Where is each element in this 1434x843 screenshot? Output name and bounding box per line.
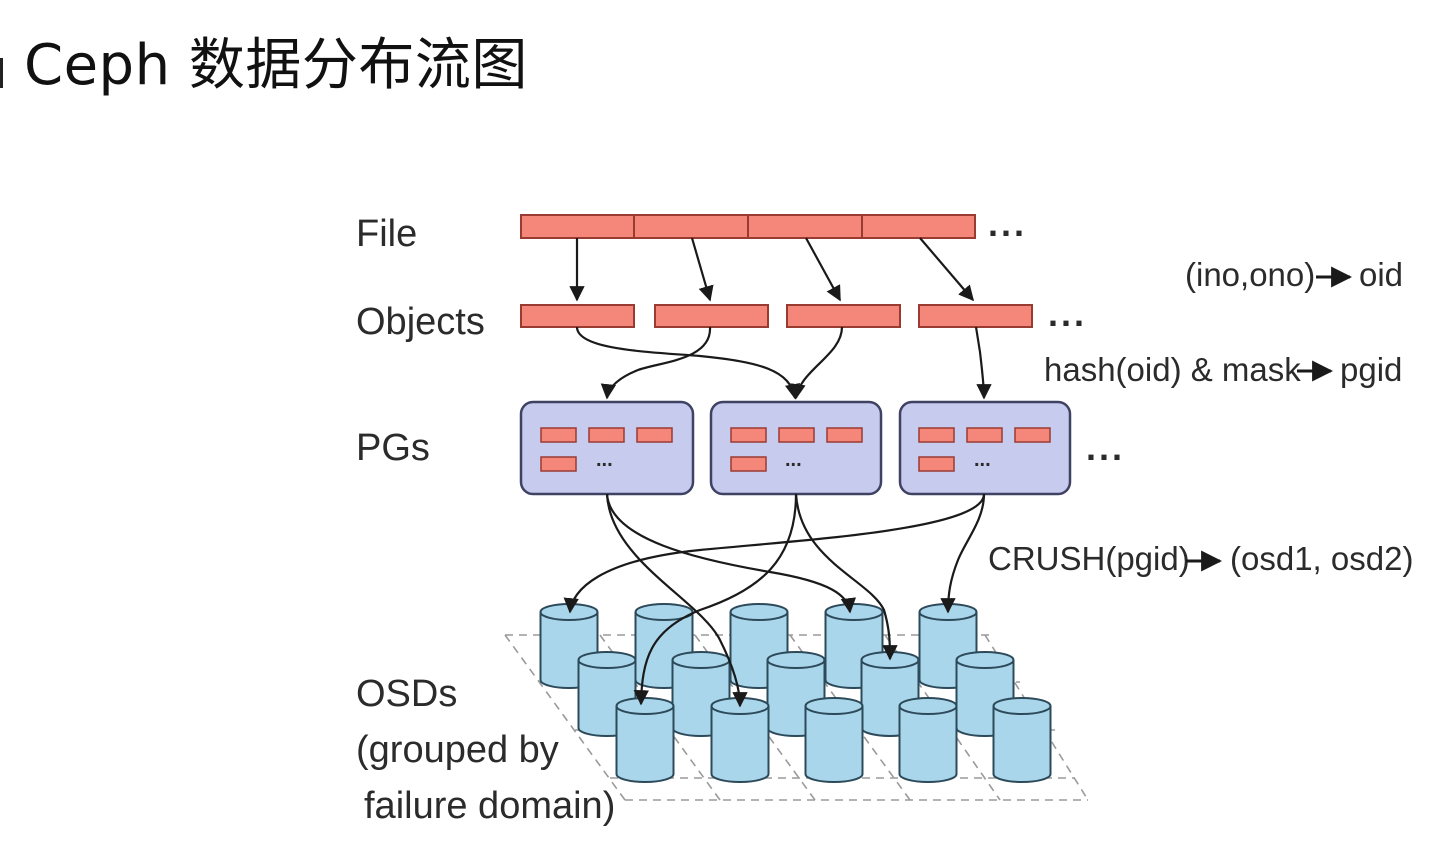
label-osds: OSDs (356, 673, 457, 715)
arrow (790, 326, 844, 400)
object-block (654, 304, 769, 328)
osd-cylinder (615, 697, 675, 783)
osd-cylinder (804, 697, 864, 783)
mapping-pg-to-osd: CRUSH(pgid) (osd1, osd2) (988, 540, 1413, 577)
pg-box (519, 400, 695, 496)
file-segment (520, 214, 635, 239)
pg-inner-ellipsis: ... (596, 449, 613, 471)
file-segment (633, 214, 749, 239)
file-segment (747, 214, 863, 239)
object-to-pg-arrows (575, 326, 992, 400)
arrow (575, 326, 801, 400)
pg-group: ... ... ... (519, 400, 1072, 496)
mapping-object-to-pg: hash(oid) & mask pgid (1044, 351, 1402, 388)
pg-inner-ellipsis: ... (974, 449, 991, 471)
pg-box (709, 400, 883, 496)
file-segment (861, 214, 976, 239)
label-objects: Objects (356, 301, 485, 343)
object-block (520, 304, 635, 328)
pg-inner-ellipsis: ... (785, 449, 802, 471)
objects-row (520, 304, 1033, 328)
arrow (563, 493, 986, 614)
pgs-ellipsis: ... (1086, 427, 1125, 468)
osd-cylinder (898, 697, 958, 783)
arrow (805, 237, 841, 302)
osd-cylinder (710, 697, 770, 783)
mapping-file-to-object: (ino,ono) oid (1185, 256, 1403, 293)
arrow (974, 326, 992, 400)
mapping-oid: oid (1359, 256, 1403, 293)
arrow (605, 493, 857, 614)
mapping-osd-pair: (osd1, osd2) (1230, 540, 1413, 577)
arrow (919, 237, 975, 302)
label-pgs: PGs (356, 427, 430, 469)
object-block (786, 304, 901, 328)
file-ellipsis: ... (988, 203, 1027, 244)
file-to-object-arrows (569, 237, 975, 302)
object-block (918, 304, 1033, 328)
osd-cylinders (539, 603, 1052, 783)
mapping-ino-ono: (ino,ono) (1185, 256, 1315, 293)
label-file: File (356, 213, 417, 255)
arrow (690, 237, 714, 302)
label-osds-grouped: (grouped by (356, 729, 559, 771)
objects-ellipsis: ... (1048, 293, 1087, 334)
arrow (600, 326, 712, 400)
label-osds-failure-domain: failure domain) (364, 785, 615, 827)
pg-box (898, 400, 1072, 496)
mapping-crush: CRUSH(pgid) (988, 540, 1190, 577)
osd-cylinder (992, 697, 1052, 783)
ceph-data-flow-diagram: File Objects PGs OSDs (grouped by failur… (356, 203, 1413, 827)
mapping-hash-mask: hash(oid) & mask (1044, 351, 1301, 388)
file-bar (520, 214, 976, 239)
mapping-pgid: pgid (1340, 351, 1402, 388)
